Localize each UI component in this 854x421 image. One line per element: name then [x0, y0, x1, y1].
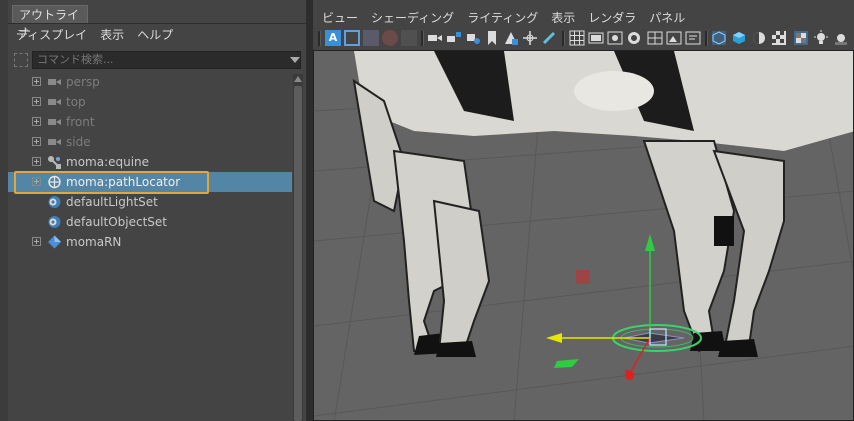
viewport-panel: ビュー シェーディング ライティング 表示 レンダラ パネル A	[313, 0, 854, 421]
image-plane-icon[interactable]	[382, 30, 398, 46]
outliner-item-label: defaultObjectSet	[66, 215, 168, 229]
toolbar-separator	[705, 31, 708, 46]
viewport-3d[interactable]	[313, 50, 854, 421]
expand-icon[interactable]	[32, 177, 41, 186]
field-chart-icon[interactable]	[647, 30, 663, 46]
toolbar-separator	[562, 31, 565, 46]
set-icon	[48, 196, 61, 208]
camera-icon	[48, 139, 61, 145]
outliner-tab[interactable]: アウトライナ	[12, 5, 88, 40]
outliner-item-moma-pathlocator[interactable]: moma:pathLocator	[8, 172, 292, 192]
expand-icon[interactable]	[32, 237, 41, 246]
search-input[interactable]: コマンド検索...	[32, 51, 301, 69]
film-gate-icon[interactable]	[588, 30, 604, 46]
viewport-menubar: ビュー シェーディング ライティング 表示 レンダラ パネル	[322, 9, 685, 27]
expand-icon[interactable]	[32, 157, 41, 166]
shadows-icon[interactable]	[833, 30, 849, 46]
viewport-toolbar: A	[313, 28, 854, 50]
safe-action-icon[interactable]	[666, 30, 682, 46]
menu-view[interactable]: ビュー	[322, 9, 358, 27]
outliner-item-front[interactable]: front	[8, 112, 292, 132]
outliner-item-defaultobjectset[interactable]: defaultObjectSet	[8, 212, 292, 232]
xy-plane-handle[interactable]	[576, 270, 590, 284]
joint-hierarchy-icon	[48, 156, 61, 169]
outliner-item-label: top	[66, 95, 86, 109]
horse-model[interactable]	[352, 51, 854, 357]
camera-icon	[48, 119, 61, 125]
outliner-item-label: moma:equine	[66, 155, 150, 169]
outliner-item-label: front	[66, 115, 95, 129]
outliner-item-label: defaultLightSet	[66, 195, 158, 209]
camera-icon[interactable]	[427, 30, 443, 46]
camera-icon	[48, 79, 61, 85]
wireframe-icon[interactable]	[711, 30, 727, 46]
menu-panels[interactable]: パネル	[649, 9, 685, 27]
outliner-scrollbar[interactable]	[293, 74, 303, 421]
xz-plane-handle[interactable]	[554, 359, 579, 368]
outliner-item-defaultlightset[interactable]: defaultLightSet	[8, 192, 292, 212]
camera-lock-icon[interactable]	[446, 30, 462, 46]
scrollbar-thumb[interactable]	[294, 86, 302, 421]
textured-alt-icon[interactable]	[793, 30, 809, 46]
menu-shading[interactable]: シェーディング	[371, 9, 454, 27]
menu-display[interactable]: ディスプレイ	[16, 26, 87, 44]
scroll-up-icon[interactable]	[294, 76, 302, 82]
expand-icon[interactable]	[32, 137, 41, 146]
search-filter-icon[interactable]	[14, 53, 28, 67]
outliner-item-persp[interactable]: persp	[8, 72, 292, 92]
expand-icon[interactable]	[32, 117, 41, 126]
grease-pencil-icon[interactable]	[401, 30, 417, 46]
resolution-gate-icon[interactable]	[607, 30, 623, 46]
panel-divider[interactable]	[306, 0, 313, 421]
menu-show[interactable]: 表示	[100, 26, 124, 44]
outliner-titlebar-divider	[8, 23, 306, 24]
select-camera-icon[interactable]: A	[325, 30, 341, 46]
menu-lighting[interactable]: ライティング	[467, 9, 538, 27]
menu-renderer[interactable]: レンダラ	[588, 9, 636, 27]
image-plane-icon[interactable]	[503, 30, 519, 46]
textured-icon[interactable]	[771, 30, 787, 46]
bookmark-icon[interactable]	[484, 30, 500, 46]
search-dropdown-icon[interactable]	[290, 57, 300, 63]
bookmark-icon[interactable]	[363, 30, 379, 46]
camera-pan-icon[interactable]	[465, 30, 481, 46]
outliner-item-momarn[interactable]: momaRN	[8, 232, 292, 252]
outliner-panel: アウトライナ ディスプレイ 表示 ヘルプ コマンド検索... persp top…	[8, 0, 306, 421]
menu-show[interactable]: 表示	[551, 9, 575, 27]
set-icon	[48, 216, 61, 228]
expand-icon[interactable]	[32, 97, 41, 106]
smooth-shade-icon[interactable]	[731, 30, 747, 46]
outliner-menubar: ディスプレイ 表示 ヘルプ	[16, 26, 173, 44]
outliner-item-top[interactable]: top	[8, 92, 292, 112]
outliner-item-label: moma:pathLocator	[66, 175, 181, 189]
outliner-item-moma-equine[interactable]: moma:equine	[8, 152, 292, 172]
grease-pencil-icon[interactable]	[541, 30, 557, 46]
z-axis-handle[interactable]	[629, 337, 651, 374]
scene-canvas[interactable]	[314, 51, 854, 421]
outliner-item-side[interactable]: side	[8, 132, 292, 152]
search-row: コマンド検索...	[8, 50, 306, 72]
grid-icon[interactable]	[569, 30, 585, 46]
gate-mask-icon[interactable]	[626, 30, 642, 46]
outliner-item-label: momaRN	[66, 235, 122, 249]
toolbar-separator	[318, 31, 321, 46]
outliner-item-label: side	[66, 135, 91, 149]
toolbar-separator	[421, 31, 424, 46]
camera-attributes-icon[interactable]	[344, 30, 360, 46]
lights-icon[interactable]	[813, 30, 829, 46]
manipulator-icon[interactable]	[522, 30, 538, 46]
safe-title-icon[interactable]	[685, 30, 701, 46]
menu-help[interactable]: ヘルプ	[137, 26, 173, 44]
reference-node-icon	[48, 235, 61, 249]
expand-icon[interactable]	[32, 77, 41, 86]
camera-icon	[48, 99, 61, 105]
locator-icon	[48, 175, 61, 189]
default-material-icon[interactable]	[751, 30, 767, 46]
outliner-item-label: persp	[66, 75, 100, 89]
